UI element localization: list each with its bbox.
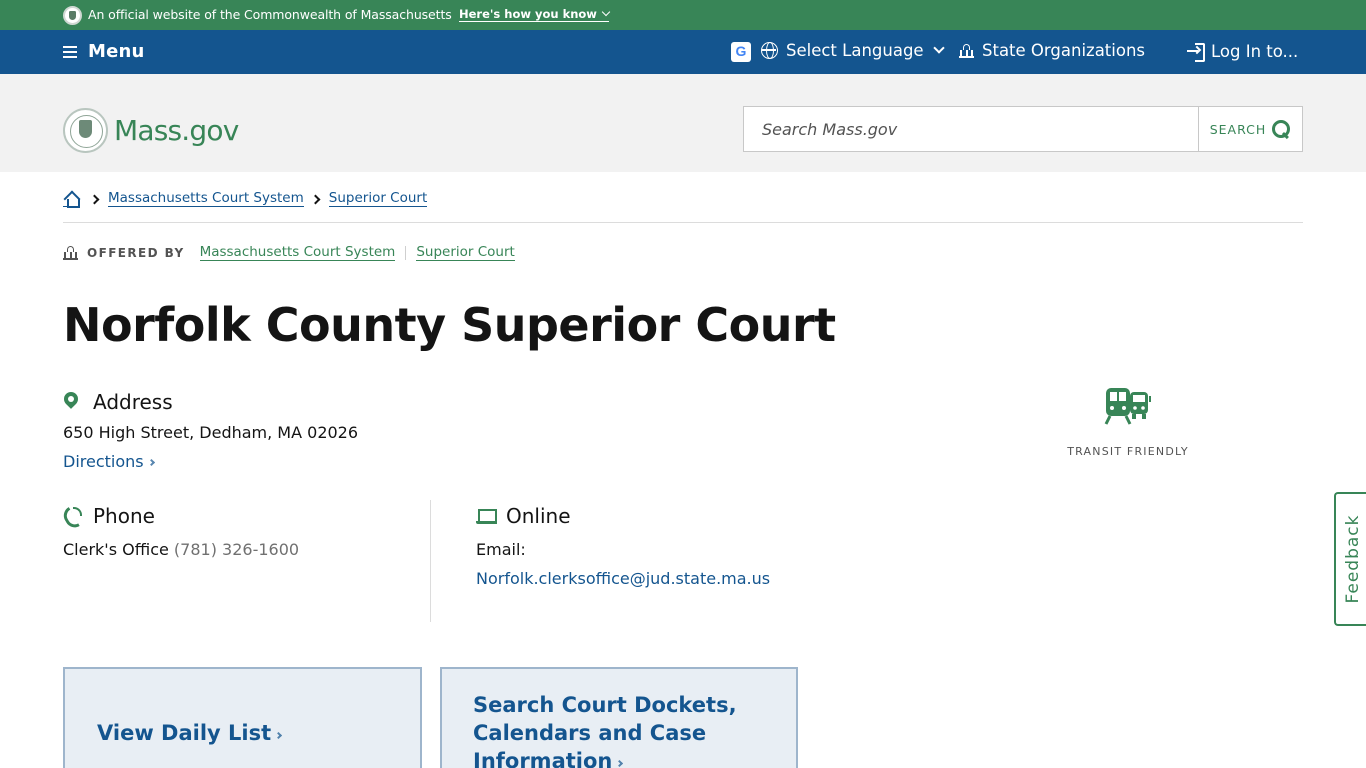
login-label: Log In to... bbox=[1211, 42, 1299, 61]
breadcrumb: Massachusetts Court System Superior Cour… bbox=[63, 191, 428, 208]
offered-by-superior-court-link[interactable]: Superior Court bbox=[416, 245, 515, 261]
view-daily-list-title: View Daily List bbox=[97, 719, 283, 747]
divider bbox=[63, 222, 1303, 223]
search-dockets-line-1: Search Court Dockets, bbox=[473, 693, 737, 717]
offered-by-court-system-link[interactable]: Massachusetts Court System bbox=[199, 245, 396, 261]
arrow-right-icon bbox=[147, 458, 155, 467]
search-form: SEARCH bbox=[743, 106, 1303, 152]
select-language-label: Select Language bbox=[786, 41, 924, 60]
view-daily-list-label: View Daily List bbox=[97, 721, 272, 745]
search-dockets-line-3: Information bbox=[473, 749, 613, 768]
login-icon bbox=[1187, 43, 1205, 62]
email-link[interactable]: Norfolk.clerksoffice@jud.state.ma.us bbox=[476, 569, 770, 588]
page-title: Norfolk County Superior Court bbox=[63, 298, 836, 352]
offered-by-label: OFFERED BY bbox=[87, 246, 185, 260]
state-organizations-label: State Organizations bbox=[982, 41, 1146, 60]
view-daily-list-card[interactable]: View Daily List bbox=[63, 667, 422, 768]
chevron-right-icon bbox=[310, 194, 321, 204]
state-seal-icon bbox=[63, 108, 108, 153]
search-input[interactable] bbox=[744, 107, 1198, 151]
feedback-button[interactable]: Feedback bbox=[1334, 492, 1366, 626]
chevron-down-icon bbox=[601, 7, 611, 17]
building-icon bbox=[63, 245, 78, 261]
phone-heading: Phone bbox=[63, 504, 155, 528]
clerk-phone: Clerk's Office (781) 326-1600 bbox=[63, 540, 299, 559]
official-banner: An official website of the Commonwealth … bbox=[0, 0, 1366, 30]
building-icon bbox=[959, 43, 974, 59]
phone-heading-label: Phone bbox=[93, 504, 155, 528]
search-icon bbox=[1272, 119, 1291, 139]
state-seal-icon bbox=[63, 6, 82, 25]
address-value: 650 High Street, Dedham, MA 02026 bbox=[63, 423, 359, 442]
email-label: Email: bbox=[476, 540, 526, 559]
utility-nav: Menu bbox=[0, 30, 1366, 74]
heres-how-you-know-link[interactable]: Here's how you know bbox=[459, 7, 611, 22]
transit-icon bbox=[1104, 388, 1151, 425]
google-translate-icon[interactable] bbox=[731, 42, 751, 62]
search-dockets-card[interactable]: Search Court Dockets, Calendars and Case… bbox=[440, 667, 798, 768]
search-dockets-line-2: Calendars and Case bbox=[473, 721, 707, 745]
menu-button[interactable]: Menu bbox=[63, 41, 145, 62]
mass-gov-logo[interactable]: Mass.gov bbox=[63, 108, 239, 153]
arrow-right-icon bbox=[275, 731, 283, 740]
search-button-label: SEARCH bbox=[1209, 121, 1267, 137]
globe-icon bbox=[761, 42, 778, 59]
clerk-phone-number[interactable]: (781) 326-1600 bbox=[174, 540, 299, 559]
divider bbox=[405, 246, 407, 260]
heres-how-you-know-label: Here's how you know bbox=[459, 7, 597, 21]
arrow-right-icon bbox=[616, 759, 624, 768]
breadcrumb-link-superior-court[interactable]: Superior Court bbox=[328, 191, 428, 207]
home-icon[interactable] bbox=[63, 192, 80, 208]
divider bbox=[430, 500, 431, 622]
search-button[interactable]: SEARCH bbox=[1198, 107, 1302, 151]
chevron-right-icon bbox=[89, 194, 100, 204]
search-dockets-line-3-wrap: Information bbox=[473, 747, 737, 768]
hamburger-icon bbox=[63, 46, 77, 58]
address-heading: Address bbox=[63, 390, 173, 414]
logo-text: Mass.gov bbox=[114, 114, 239, 147]
state-organizations-button[interactable]: State Organizations bbox=[959, 41, 1145, 60]
feedback-label: Feedback bbox=[1343, 514, 1363, 604]
online-heading: Online bbox=[476, 504, 571, 528]
breadcrumb-link-court-system[interactable]: Massachusetts Court System bbox=[108, 191, 304, 207]
directions-label: Directions bbox=[63, 452, 144, 471]
site-header: Mass.gov SEARCH bbox=[0, 74, 1366, 172]
directions-link[interactable]: Directions bbox=[63, 452, 155, 471]
map-pin-icon bbox=[63, 392, 79, 412]
phone-icon bbox=[63, 506, 82, 526]
laptop-icon bbox=[476, 508, 497, 524]
select-language-button[interactable]: Select Language bbox=[761, 41, 945, 60]
login-button[interactable]: Log In to... bbox=[1187, 42, 1299, 62]
online-heading-label: Online bbox=[506, 504, 571, 528]
address-heading-label: Address bbox=[93, 390, 173, 414]
menu-label: Menu bbox=[88, 41, 145, 62]
official-banner-text: An official website of the Commonwealth … bbox=[88, 7, 452, 22]
clerk-label: Clerk's Office bbox=[63, 540, 169, 559]
offered-by: OFFERED BY Massachusetts Court System Su… bbox=[63, 245, 515, 261]
search-dockets-title: Search Court Dockets, Calendars and Case… bbox=[473, 691, 737, 768]
chevron-down-icon bbox=[932, 41, 945, 54]
transit-friendly-label: TRANSIT FRIENDLY bbox=[1067, 445, 1189, 458]
